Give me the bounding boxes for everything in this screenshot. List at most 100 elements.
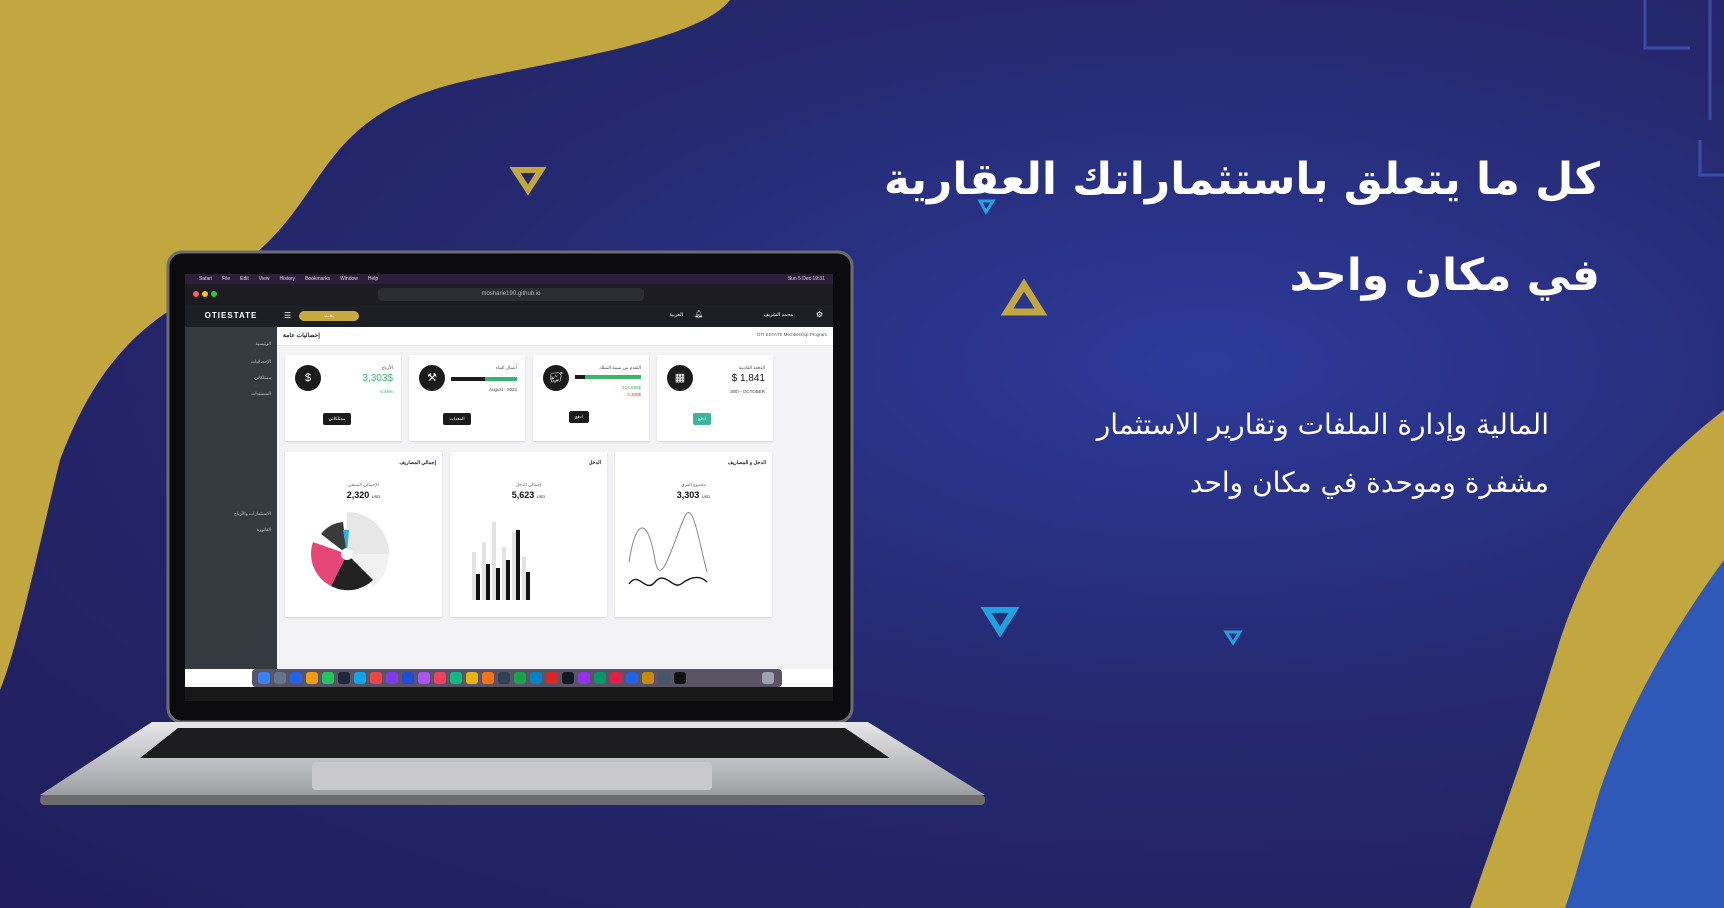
card-button[interactable]: ادفع — [569, 411, 589, 423]
dock-app-icon[interactable] — [402, 672, 414, 684]
card-label: الأرباح — [381, 365, 393, 370]
breadcrumb-bar: إحصائيات عامة OTI ESTATE Membership Prog… — [277, 327, 833, 346]
menu-safari[interactable]: Safari — [199, 276, 212, 282]
chart-subtitle: إجمالي الدخل — [515, 482, 542, 487]
card-value: $ 1,841 — [731, 373, 765, 384]
chart-value-number: 3,303 — [676, 490, 700, 500]
card-button[interactable]: ادفع — [693, 413, 711, 425]
chart-title: الدخل — [588, 460, 601, 466]
card-note: 30th - OCTOBER — [730, 389, 765, 394]
laptop-keyboard — [140, 728, 890, 758]
chart-subtitle: مجموع الفرق — [680, 482, 707, 487]
stat-card-next-payment: ▦ الدفعة القادمة $ 1,841 30th - OCTOBER … — [657, 355, 773, 441]
zoom-icon[interactable] — [211, 291, 217, 297]
app-sidebar: OTIESTATE الرئيسية الإحصائيات ممتلكاتي ا… — [185, 305, 277, 669]
dock-app-icon[interactable] — [306, 672, 318, 684]
dock-app-icon[interactable] — [482, 672, 494, 684]
dock-app-icon[interactable] — [658, 672, 670, 684]
card-label: الدفعة القادمة — [738, 365, 765, 370]
dock-app-icon[interactable] — [370, 672, 382, 684]
line-chart-graphic — [628, 512, 708, 587]
app-logo[interactable]: OTIESTATE — [185, 305, 277, 327]
card-button[interactable]: ممتلكاتي — [323, 413, 351, 425]
menu-help[interactable]: Help — [368, 276, 378, 282]
dock-app-icon[interactable] — [434, 672, 446, 684]
menu-view[interactable]: View — [259, 276, 270, 282]
dock-app-icon[interactable] — [290, 672, 302, 684]
dock-app-icon[interactable] — [274, 672, 286, 684]
trash-icon[interactable] — [762, 672, 774, 684]
chart-value-number: 5,623 — [511, 490, 535, 500]
progress-fill — [585, 375, 641, 379]
dock-app-icon[interactable] — [546, 672, 558, 684]
hammer-icon: ⚒ — [419, 365, 445, 391]
app-main: إحصائيات عامة OTI ESTATE Membership Prog… — [277, 327, 833, 669]
chart-subtitle: الإجمالي المتبقي — [348, 482, 379, 487]
card-note: 5.46% — [380, 389, 393, 394]
language-selector[interactable]: العربية — [669, 312, 683, 318]
mac-menu-bar: Safari File Edit View History Bookmarks … — [185, 274, 833, 284]
dock-app-icon[interactable] — [386, 672, 398, 684]
search-button[interactable]: بحث — [299, 311, 359, 321]
card-note: 4,300$ — [627, 392, 641, 397]
minimize-icon[interactable] — [202, 291, 208, 297]
user-name[interactable]: محمد الشريف — [763, 312, 793, 318]
card-button[interactable]: المعدات — [443, 413, 471, 425]
dock-app-icon[interactable] — [578, 672, 590, 684]
bar-chart-graphic — [472, 522, 530, 600]
dock-app-icon[interactable] — [674, 672, 686, 684]
hamburger-icon[interactable]: ☰ — [284, 311, 291, 320]
dock-app-icon[interactable] — [418, 672, 430, 684]
sidebar-item-home[interactable]: الرئيسية — [201, 341, 272, 347]
close-icon[interactable] — [193, 291, 199, 297]
dock-app-icon[interactable] — [562, 672, 574, 684]
dock-app-icon[interactable] — [642, 672, 654, 684]
stat-card-construction: ⚒ أعمال البناء August - 2022 المعدات — [409, 355, 525, 441]
menu-window[interactable]: Window — [340, 276, 358, 282]
sidebar-item-documents[interactable]: المستندات — [201, 391, 271, 397]
breadcrumb[interactable]: OTI ESTATE Membership Program — [757, 332, 827, 337]
dock-app-icon[interactable] — [322, 672, 334, 684]
chart-card-income-expenses: الدخل و المصاريف مجموع الفرق 3,303 USD — [615, 452, 772, 617]
dock-app-icon[interactable] — [626, 672, 638, 684]
dock-app-icon[interactable] — [338, 672, 350, 684]
card-note: August - 2022 — [488, 387, 517, 392]
browser-toolbar: mosharie190.github.io — [185, 284, 833, 305]
screen-bezel-bottom — [185, 687, 833, 701]
laptop-trackpad — [312, 762, 712, 790]
laptop-front-edge — [40, 795, 985, 805]
stat-card-ownership: 🐖︎ التقدم من نسبة التملك 124,086$ 4,300$… — [533, 355, 649, 441]
url-bar[interactable]: mosharie190.github.io — [378, 288, 644, 301]
sidebar-item-properties[interactable]: ممتلكاتي — [201, 375, 271, 381]
card-value: 124,086$ — [622, 385, 641, 390]
dock-app-icon[interactable] — [498, 672, 510, 684]
dock-app-icon[interactable] — [514, 672, 526, 684]
dock-app-icon[interactable] — [466, 672, 478, 684]
menu-bookmarks[interactable]: Bookmarks — [305, 276, 330, 282]
polar-chart-graphic — [311, 512, 389, 591]
menu-edit[interactable]: Edit — [240, 276, 249, 282]
mac-dock — [252, 669, 782, 687]
dock-app-icon[interactable] — [610, 672, 622, 684]
bell-icon[interactable]: 🔔︎ — [694, 310, 703, 318]
app-topbar: ☰ بحث العربية 🔔︎ محمد الشريف ⚙ — [277, 305, 833, 327]
card-label: أعمال البناء — [495, 365, 517, 370]
chart-title: إجمالي المصاريف — [399, 460, 436, 466]
dock-app-icon[interactable] — [354, 672, 366, 684]
menu-history[interactable]: History — [280, 276, 296, 282]
dock-app-icon[interactable] — [594, 672, 606, 684]
sidebar-item-investments[interactable]: الاستثمارات والأرباح — [201, 511, 271, 517]
menu-file[interactable]: File — [222, 276, 230, 282]
dock-app-icon[interactable] — [450, 672, 462, 684]
card-label: التقدم من نسبة التملك — [599, 365, 641, 370]
page-title: إحصائيات عامة — [283, 333, 320, 339]
piggy-bank-icon: 🐖︎ — [543, 365, 569, 391]
chart-value: 5,623 USD — [450, 490, 607, 500]
sidebar-item-stats[interactable]: الإحصائيات — [201, 359, 271, 365]
chart-value: 3,303 USD — [615, 490, 772, 500]
dock-app-icon[interactable] — [258, 672, 270, 684]
dock-app-icon[interactable] — [530, 672, 542, 684]
gear-icon[interactable]: ⚙ — [816, 310, 823, 319]
chart-value-unit: USD — [536, 494, 546, 499]
sidebar-item-invoice[interactable]: الفاتورة — [201, 527, 271, 533]
